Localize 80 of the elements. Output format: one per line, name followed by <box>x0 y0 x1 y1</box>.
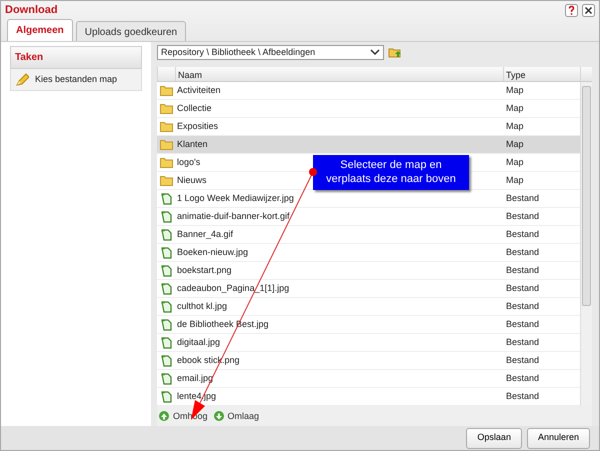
file-name: animatie-duif-banner-kort.gif <box>177 211 290 222</box>
file-type: Map <box>505 138 525 152</box>
file-icon <box>160 282 172 296</box>
close-icon[interactable] <box>582 4 595 17</box>
table-row[interactable]: boekstart.png Bestand <box>157 262 580 280</box>
file-name: Collectie <box>177 103 212 114</box>
up-arrow-icon <box>159 411 169 422</box>
column-header: Naam <box>175 67 503 82</box>
file-name: Exposities <box>177 121 218 132</box>
table-row[interactable]: Boeken-nieuw.jpg Bestand <box>157 244 580 262</box>
file-icon <box>160 336 172 350</box>
file-type: Bestand <box>505 300 540 314</box>
file-icon <box>160 246 172 260</box>
table-row[interactable]: Collectie Map <box>157 100 580 118</box>
table-row[interactable]: Klanten Map <box>157 136 580 154</box>
scrollbar[interactable] <box>580 82 592 406</box>
file-name: email.jpg <box>177 373 214 384</box>
table-row[interactable]: digitaal.jpg Bestand <box>157 334 580 352</box>
folder-icon <box>160 103 172 114</box>
file-name: digitaal.jpg <box>177 337 220 348</box>
file-type: Map <box>505 156 525 170</box>
save-button[interactable]: Opslaan <box>466 428 522 449</box>
file-icon <box>160 210 172 224</box>
file-icon <box>160 264 172 278</box>
table-row[interactable]: culthot kl.jpg Bestand <box>157 298 580 316</box>
cancel-button[interactable]: Annuleren <box>526 428 590 449</box>
file-name: Activiteiten <box>177 85 221 96</box>
file-name: Nieuws <box>177 175 207 186</box>
file-type: Bestand <box>505 210 540 224</box>
file-icon <box>160 372 172 386</box>
file-type: Bestand <box>505 282 540 296</box>
file-type: Bestand <box>505 246 540 260</box>
pencil-icon <box>15 72 29 87</box>
file-type: Bestand <box>505 318 540 332</box>
folder-up-icon[interactable] <box>388 46 402 58</box>
column-header: Type <box>503 67 580 82</box>
folder-icon <box>160 139 172 150</box>
window-title: Download <box>5 2 58 18</box>
file-name: logo's <box>177 157 200 168</box>
file-name: culthot kl.jpg <box>177 301 228 312</box>
file-icon <box>160 300 172 314</box>
file-type: Bestand <box>505 264 540 278</box>
table-row[interactable]: Activiteiten Map <box>157 82 580 100</box>
file-type: Map <box>505 84 525 98</box>
file-type: Bestand <box>505 372 540 386</box>
file-icon <box>160 390 172 404</box>
file-name: 1 Logo Week Mediawijzer.jpg <box>177 193 294 204</box>
file-icon <box>160 228 172 242</box>
file-type: Map <box>505 120 525 134</box>
file-name: boekstart.png <box>177 265 232 276</box>
sidebar-item[interactable]: Kies bestanden map <box>10 69 142 92</box>
table-row[interactable]: animatie-duif-banner-kort.gif Bestand <box>157 208 580 226</box>
file-type: Map <box>505 174 525 188</box>
callout: Selecteer de map en verplaats deze naar boven <box>313 155 469 190</box>
file-type: Bestand <box>505 354 540 368</box>
tab[interactable]: Algemeen <box>7 19 73 42</box>
folder-icon <box>160 175 172 186</box>
folder-icon <box>160 157 172 168</box>
caret-icon <box>370 48 380 56</box>
file-type: Map <box>505 102 525 116</box>
file-type: Bestand <box>505 192 540 206</box>
path-dropdown[interactable]: Repository \ Bibliotheek \ Afbeeldingen <box>157 44 384 60</box>
file-icon <box>160 318 172 332</box>
tab[interactable]: Uploads goedkeuren <box>76 21 186 42</box>
file-type: Bestand <box>505 390 540 404</box>
panel-title: Taken <box>10 46 142 70</box>
move-down-button[interactable]: Omlaag <box>214 410 260 424</box>
file-name: Boeken-nieuw.jpg <box>177 247 248 258</box>
file-name: Klanten <box>177 139 208 150</box>
file-icon <box>160 354 172 368</box>
file-type: Bestand <box>505 336 540 350</box>
file-icon <box>160 192 172 206</box>
down-arrow-icon <box>214 411 224 422</box>
file-type: Bestand <box>505 228 540 242</box>
folder-icon <box>160 85 172 96</box>
help-icon[interactable] <box>565 4 578 17</box>
table-row[interactable]: Banner_4a.gif Bestand <box>157 226 580 244</box>
folder-icon <box>160 121 172 132</box>
file-name: Banner_4a.gif <box>177 229 234 240</box>
table-row[interactable]: email.jpg Bestand <box>157 370 580 388</box>
